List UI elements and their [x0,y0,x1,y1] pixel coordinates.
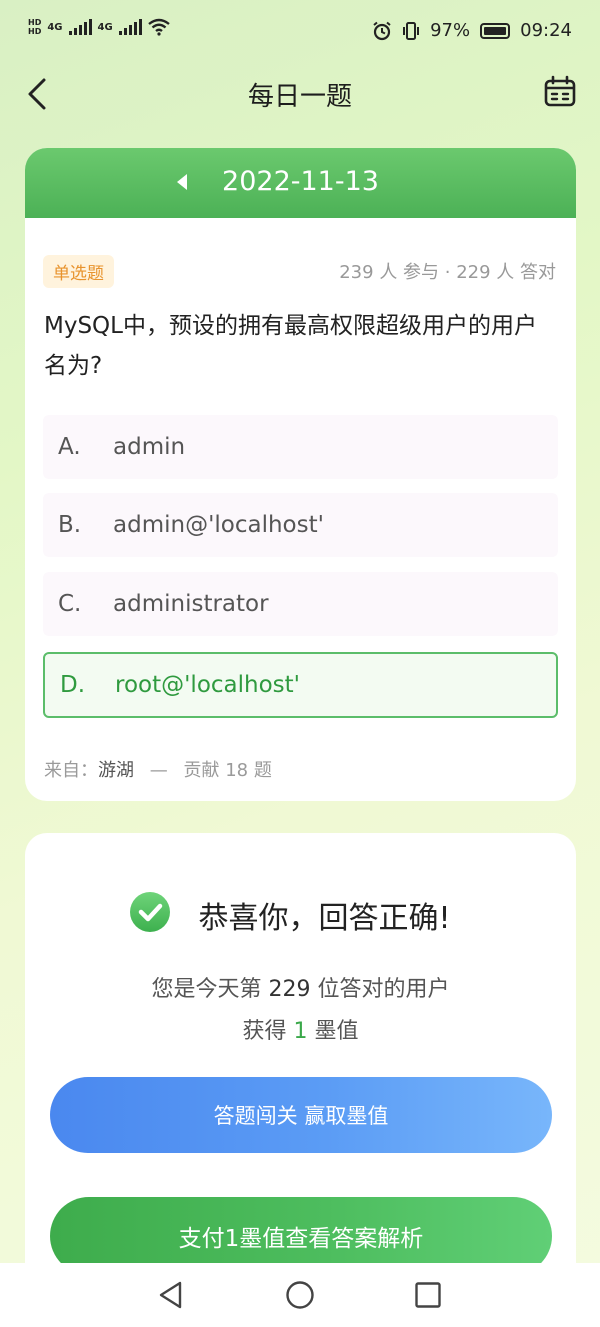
reward-prefix: 获得 [242,1019,294,1044]
option-a[interactable]: A. admin [43,415,558,479]
reward-text: 获得 1 墨值 [25,1013,576,1045]
calendar-icon [544,75,576,107]
network2-label: 4G [97,21,113,33]
nav-back-icon[interactable] [156,1280,186,1310]
source-author-link[interactable]: 游湖 [98,760,134,781]
question-source: 来自：游湖 — 贡献 18 题 [44,756,272,782]
source-label: 来自： [44,760,98,781]
option-text: administrator [113,591,269,617]
alarm-icon [373,21,391,40]
status-right: 97% 09:24 [372,20,572,41]
reward-suffix: 墨值 [307,1019,359,1044]
option-d[interactable]: D. root@'localhost' [43,652,558,718]
result-title-text: 恭喜你，回答正确! [198,901,451,936]
option-key: B. [58,512,82,538]
result-card: 恭喜你，回答正确! 您是今天第 229 位答对的用户 获得 1 墨值 答题闯关 … [25,833,576,1293]
wifi-icon [147,18,170,36]
question-type-badge: 单选题 [43,255,114,288]
system-nav-bar [0,1263,600,1327]
option-text: root@'localhost' [115,672,300,698]
option-text: admin@'localhost' [113,512,324,538]
nav-home-icon[interactable] [285,1280,315,1310]
reward-number: 1 [293,1019,308,1044]
question-text: MySQL中，预设的拥有最高权限超级用户的用户名为? [44,313,537,379]
question-card: 2022-11-13 单选题 239 人 参与 · 229 人 答对 MySQL… [25,148,576,801]
date-header: 2022-11-13 [25,148,576,218]
nav-recents-icon[interactable] [413,1280,443,1310]
option-key: C. [58,591,82,617]
signal1-icon [68,19,92,35]
hd1-label: HD [28,18,42,27]
hd-indicator: HD HD [28,18,41,36]
source-separator: — [149,760,168,781]
battery-icon [480,22,511,39]
result-title: 恭喜你，回答正确! [25,893,576,937]
signal2-icon [118,19,142,35]
option-c[interactable]: C. administrator [43,572,558,636]
rank-suffix: 位答对的用户 [310,977,450,1002]
source-contribution: 贡献 18 题 [183,760,272,781]
battery-percent: 97% [430,20,471,41]
calendar-button[interactable] [540,72,580,112]
clock: 09:24 [520,20,572,41]
option-key: A. [58,434,81,460]
rank-text: 您是今天第 229 位答对的用户 [25,971,576,1003]
option-b[interactable]: B. admin@'localhost' [43,493,558,557]
participation-stats: 239 人 参与 · 229 人 答对 [339,262,556,283]
vibrate-icon [403,21,420,40]
date-label: 2022-11-13 [222,166,379,197]
page-title: 每日一题 [247,82,352,112]
nav-bar: 每日一题 [0,64,600,124]
option-key: D. [60,672,86,698]
rank-number: 229 [268,977,311,1002]
rank-prefix: 您是今天第 [151,977,269,1002]
hd2-label: HD [28,27,42,36]
status-bar: HD HD 4G 4G 97% 09:24 [0,0,600,64]
network1-label: 4G [47,21,63,33]
challenge-button[interactable]: 答题闯关 赢取墨值 [50,1077,552,1153]
status-left: HD HD 4G 4G [28,18,170,36]
option-text: admin [113,434,186,460]
